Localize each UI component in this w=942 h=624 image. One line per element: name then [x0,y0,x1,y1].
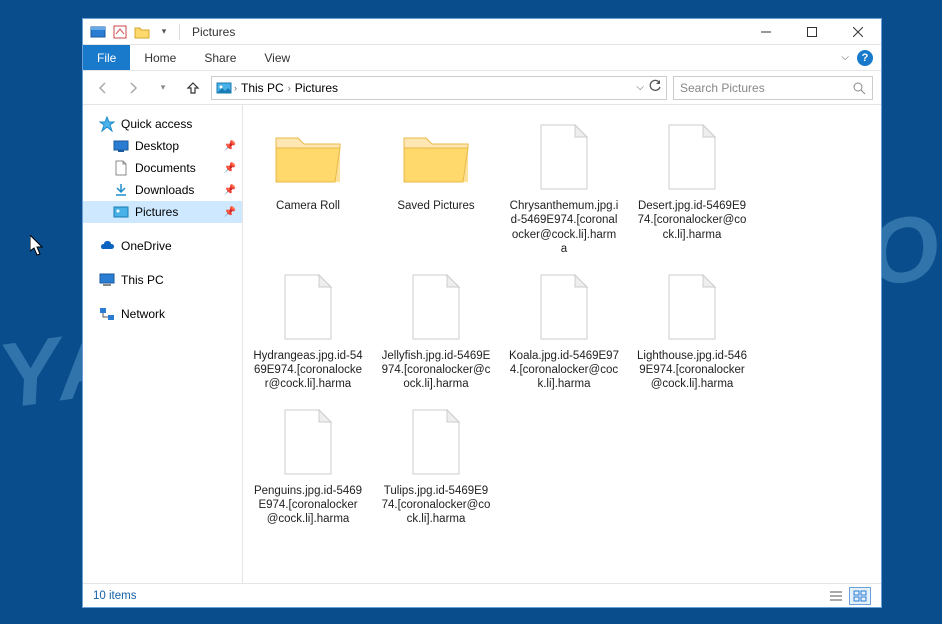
item-label: Jellyfish.jpg.id-5469E974.[coronalocker@… [381,349,491,392]
statusbar: 10 items [83,583,881,607]
item-label: Chrysanthemum.jpg.id-5469E974.[coronaloc… [509,199,619,257]
file-item[interactable]: Jellyfish.jpg.id-5469E974.[coronalocker@… [377,265,495,396]
ribbon: File Home Share View ⌵ ? [83,45,881,71]
refresh-icon[interactable] [648,79,662,96]
folder-item[interactable]: Saved Pictures [377,115,495,261]
titlebar-separator [179,24,180,40]
item-label: Hydrangeas.jpg.id-5469E974.[coronalocker… [253,349,363,392]
file-icon [391,404,481,480]
ribbon-expand-icon[interactable]: ⌵ [841,52,849,63]
nav-pictures[interactable]: Pictures 📌 [83,201,242,223]
window-title: Pictures [192,25,235,39]
file-item[interactable]: Penguins.jpg.id-5469E974.[coronalocker@c… [249,400,367,531]
breadcrumb-pictures[interactable]: Pictures [293,81,340,95]
thispc-icon [99,272,115,288]
file-icon [647,269,737,345]
desktop-icon [113,138,129,154]
item-label: Lighthouse.jpg.id-5469E974.[coronalocker… [637,349,747,392]
addressbar: ▾ › This PC › Pictures ⌵ Search Pictures [83,71,881,105]
nav-up-button[interactable] [181,76,205,100]
help-icon[interactable]: ? [857,50,873,66]
pin-icon: 📌 [224,163,236,174]
breadcrumb-pictures-icon [216,80,232,96]
ribbon-tab-view[interactable]: View [250,45,304,70]
file-icon [647,119,737,195]
nav-label: This PC [121,273,164,287]
item-label: Camera Roll [276,199,340,213]
qat-properties-icon[interactable] [111,23,129,41]
nav-thispc[interactable]: This PC [83,269,242,291]
nav-label: OneDrive [121,239,172,253]
pictures-icon [113,204,129,220]
file-item[interactable]: Koala.jpg.id-5469E974.[coronalocker@cock… [505,265,623,396]
minimize-button[interactable] [743,19,789,45]
item-label: Saved Pictures [397,199,474,213]
breadcrumb-thispc[interactable]: This PC [239,81,286,95]
file-item[interactable]: Hydrangeas.jpg.id-5469E974.[coronalocker… [249,265,367,396]
mouse-cursor [30,235,46,257]
network-icon [99,306,115,322]
nav-label: Network [121,307,165,321]
pin-icon: 📌 [224,185,236,196]
folder-item[interactable]: Camera Roll [249,115,367,261]
nav-network[interactable]: Network [83,303,242,325]
star-icon [99,116,115,132]
file-icon [263,404,353,480]
nav-onedrive[interactable]: OneDrive [83,235,242,257]
search-placeholder: Search Pictures [680,81,765,95]
nav-desktop[interactable]: Desktop 📌 [83,135,242,157]
explorer-window: ▾ Pictures File Home Share View ⌵ ? ▾ › … [82,18,882,608]
item-label: Tulips.jpg.id-5469E974.[coronalocker@coc… [381,484,491,527]
nav-forward-button[interactable] [121,76,145,100]
file-item[interactable]: Lighthouse.jpg.id-5469E974.[coronalocker… [633,265,751,396]
documents-icon [113,160,129,176]
item-count: 10 items [93,590,136,602]
file-item[interactable]: Chrysanthemum.jpg.id-5469E974.[coronaloc… [505,115,623,261]
file-item[interactable]: Tulips.jpg.id-5469E974.[coronalocker@coc… [377,400,495,531]
file-item[interactable]: Desert.jpg.id-5469E974.[coronalocker@coc… [633,115,751,261]
navigation-pane: Quick access Desktop 📌 Documents 📌 Downl… [83,105,243,583]
folder-icon [263,119,353,195]
item-label: Penguins.jpg.id-5469E974.[coronalocker@c… [253,484,363,527]
qat-folder-icon[interactable] [133,23,151,41]
titlebar: ▾ Pictures [83,19,881,45]
chevron-right-icon[interactable]: › [234,83,237,93]
search-input[interactable]: Search Pictures [673,76,873,100]
nav-label: Downloads [135,183,194,197]
nav-quick-access[interactable]: Quick access [83,113,242,135]
nav-recent-dropdown[interactable]: ▾ [151,76,175,100]
close-button[interactable] [835,19,881,45]
item-label: Desert.jpg.id-5469E974.[coronalocker@coc… [637,199,747,242]
file-icon [519,269,609,345]
item-label: Koala.jpg.id-5469E974.[coronalocker@cock… [509,349,619,392]
file-icon [263,269,353,345]
breadcrumb[interactable]: › This PC › Pictures ⌵ [211,76,667,100]
nav-label: Documents [135,161,196,175]
pin-icon: 📌 [224,207,236,218]
nav-label: Quick access [121,117,192,131]
search-icon [852,81,866,95]
nav-label: Desktop [135,139,179,153]
app-icon [89,23,107,41]
folder-icon [391,119,481,195]
maximize-button[interactable] [789,19,835,45]
nav-back-button[interactable] [91,76,115,100]
nav-label: Pictures [135,205,178,219]
chevron-right-icon[interactable]: › [288,83,291,93]
breadcrumb-dropdown-icon[interactable]: ⌵ [636,82,644,93]
qat-dropdown-icon[interactable]: ▾ [155,23,173,41]
file-icon [391,269,481,345]
ribbon-tab-share[interactable]: Share [190,45,250,70]
view-icons-button[interactable] [849,587,871,605]
content-pane[interactable]: Camera Roll Saved Pictures Chrysanthemum.j… [243,105,881,583]
nav-downloads[interactable]: Downloads 📌 [83,179,242,201]
file-icon [519,119,609,195]
downloads-icon [113,182,129,198]
pin-icon: 📌 [224,141,236,152]
view-details-button[interactable] [825,587,847,605]
ribbon-tab-home[interactable]: Home [130,45,190,70]
onedrive-icon [99,238,115,254]
nav-documents[interactable]: Documents 📌 [83,157,242,179]
ribbon-file-tab[interactable]: File [83,45,130,70]
